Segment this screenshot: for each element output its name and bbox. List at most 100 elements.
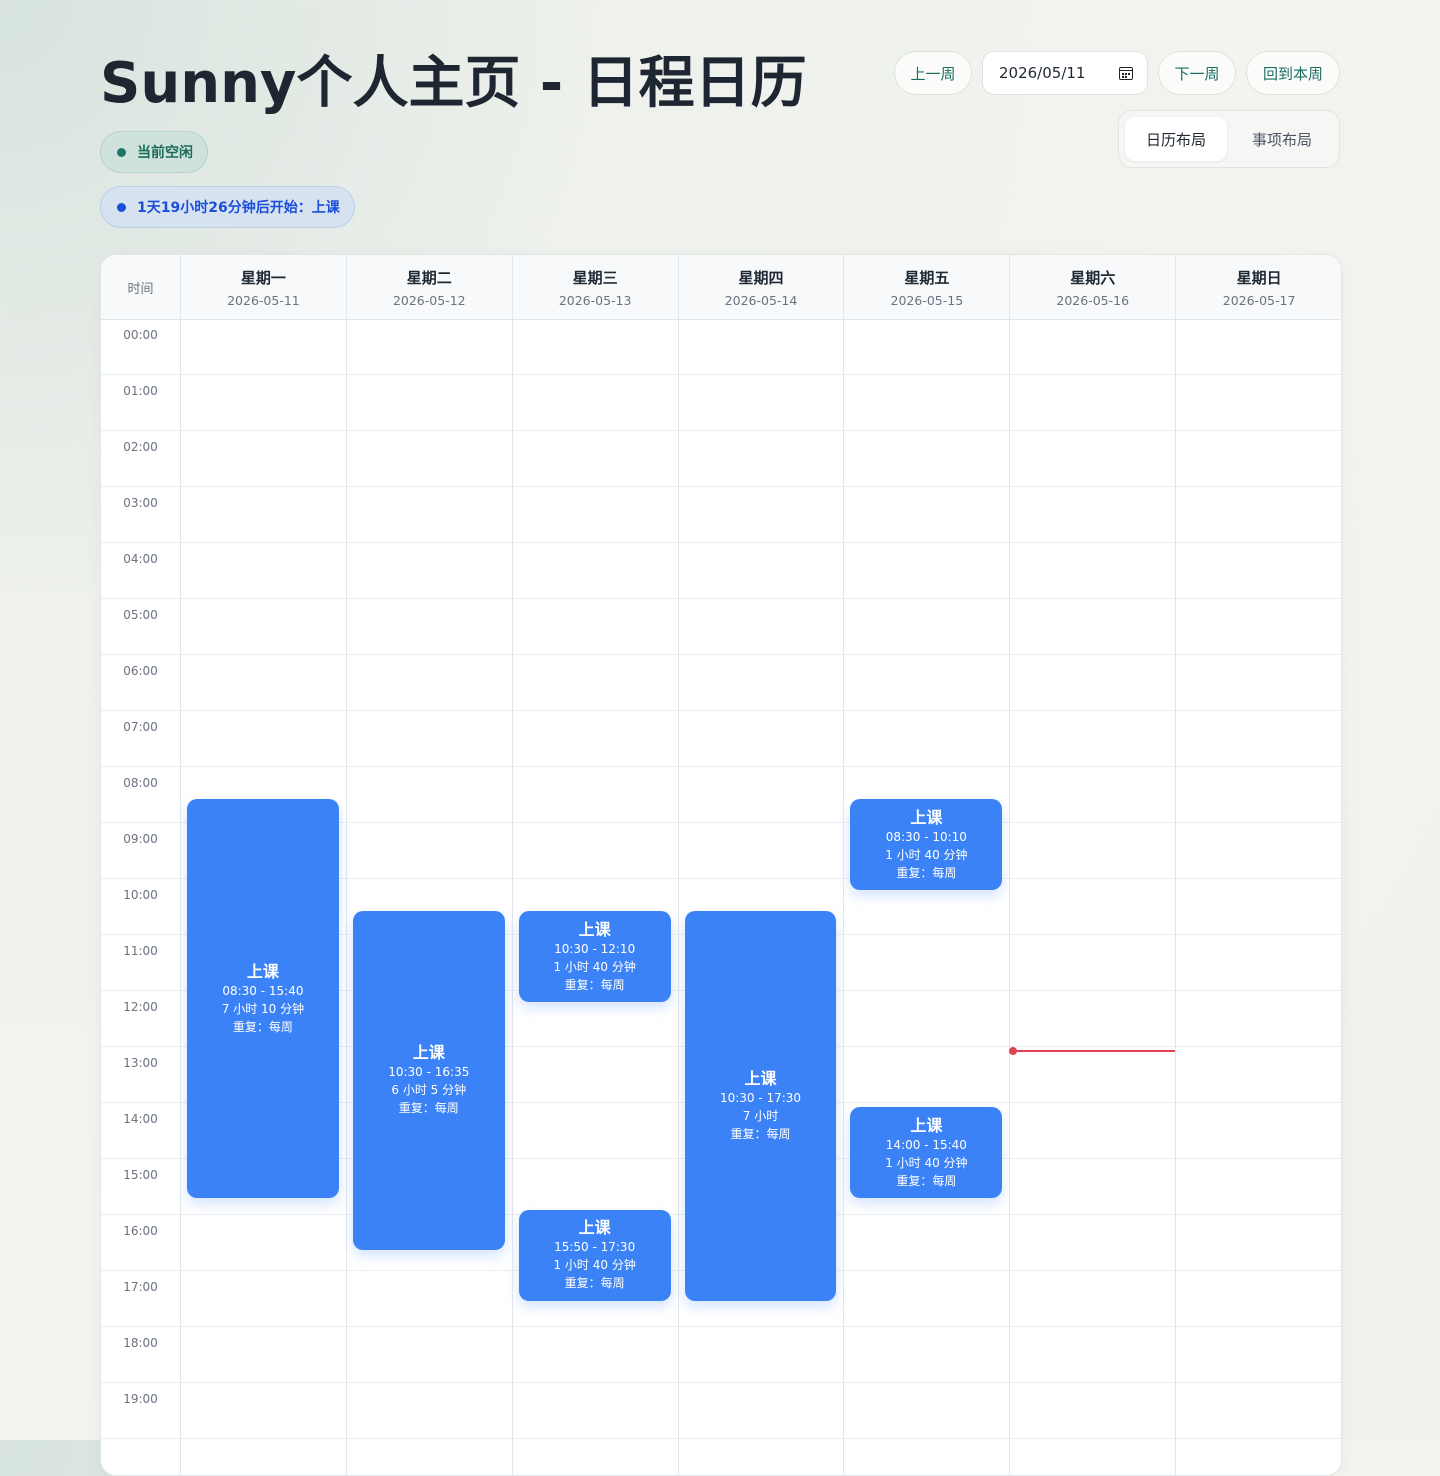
column-divider bbox=[180, 319, 181, 1475]
event-repeat: 重复：每周 bbox=[730, 1127, 791, 1141]
event-title: 上课 bbox=[910, 1115, 943, 1135]
event-repeat: 重复：每周 bbox=[564, 977, 625, 992]
event-duration: 1 小时 40 分钟 bbox=[553, 959, 636, 974]
event-title: 上课 bbox=[578, 1218, 611, 1238]
event-card[interactable]: 上课 10:30 - 12:10 1 小时 40 分钟 重复：每周 bbox=[518, 911, 671, 1003]
hour-row[interactable]: 19:00 bbox=[101, 1383, 1341, 1439]
next-event-dot-icon bbox=[117, 202, 126, 212]
day-header: 星期二 2026-05-12 bbox=[347, 255, 513, 319]
column-divider bbox=[511, 319, 513, 1475]
hour-label: 14:00 bbox=[123, 1112, 158, 1126]
event-title: 上课 bbox=[412, 1043, 445, 1063]
day-header: 星期一 2026-05-11 bbox=[181, 255, 347, 319]
event-title: 上课 bbox=[578, 919, 611, 939]
hour-label: 08:00 bbox=[123, 776, 158, 790]
hour-label: 15:00 bbox=[123, 1168, 158, 1182]
event-card[interactable]: 上课 10:30 - 16:35 6 小时 5 分钟 重复：每周 bbox=[352, 911, 505, 1250]
event-repeat: 重复：每周 bbox=[232, 1019, 293, 1034]
hour-row[interactable]: 04:00 bbox=[101, 543, 1341, 599]
date-input[interactable]: 2026/05/11 bbox=[982, 51, 1148, 95]
event-card[interactable]: 上课 15:50 - 17:30 1 小时 40 分钟 重复：每周 bbox=[518, 1209, 671, 1301]
column-divider bbox=[677, 319, 679, 1475]
hour-label: 05:00 bbox=[123, 608, 158, 622]
page-title: Sunny个人主页 - 日程日历 bbox=[100, 51, 807, 116]
this-week-button[interactable]: 回到本周 bbox=[1246, 51, 1340, 95]
day-name: 星期一 bbox=[240, 269, 286, 287]
day-date: 2026-05-17 bbox=[1222, 293, 1296, 308]
calendar-header-row: 时间 星期一 2026-05-11 星期二 2026-05-12 星期三 2026-05-… bbox=[101, 255, 1341, 320]
calendar-grid: 00:00 01:00 02:00 03:00 04:00 05:00 06:00 07:00… bbox=[101, 319, 1341, 1475]
hour-row[interactable]: 03:00 bbox=[101, 487, 1341, 543]
event-time: 08:30 - 15:40 bbox=[222, 983, 304, 998]
event-duration: 1 小时 40 分钟 bbox=[885, 1155, 968, 1170]
week-calendar: 时间 星期一 2026-05-11 星期二 2026-05-12 星期三 2026-05-… bbox=[100, 254, 1342, 1476]
day-name: 星期日 bbox=[1236, 269, 1282, 287]
hour-label: 19:00 bbox=[123, 1392, 158, 1406]
date-input-value: 2026/05/11 bbox=[999, 64, 1086, 82]
status-idle-text: 当前空闲 bbox=[137, 145, 193, 161]
day-name: 星期六 bbox=[1070, 269, 1116, 287]
hour-row[interactable]: 07:00 bbox=[101, 711, 1341, 767]
event-repeat: 重复：每周 bbox=[398, 1101, 459, 1116]
next-event-badge: 1天19小时26分钟后开始：上课 bbox=[100, 186, 355, 228]
day-date: 2026-05-11 bbox=[227, 293, 300, 308]
hour-label: 02:00 bbox=[123, 440, 158, 454]
day-date: 2026-05-13 bbox=[558, 293, 632, 308]
event-card[interactable]: 上课 10:30 - 17:30 7 小时重复：每周 bbox=[684, 911, 837, 1301]
prev-week-button[interactable]: 上一周 bbox=[894, 51, 972, 95]
day-date: 2026-05-12 bbox=[392, 293, 466, 308]
hour-row[interactable]: 01:00 bbox=[101, 375, 1341, 431]
hour-label: 16:00 bbox=[123, 1224, 158, 1238]
day-date: 2026-05-16 bbox=[1056, 293, 1130, 308]
event-duration: 1 小时 40 分钟 bbox=[885, 847, 968, 862]
column-divider bbox=[1009, 319, 1011, 1475]
hour-label: 12:00 bbox=[123, 1000, 158, 1014]
column-divider bbox=[345, 319, 347, 1475]
hour-label: 04:00 bbox=[123, 552, 158, 566]
next-week-button[interactable]: 下一周 bbox=[1158, 51, 1236, 95]
event-time: 10:30 - 17:30 bbox=[719, 1091, 802, 1105]
hour-label: 11:00 bbox=[123, 944, 158, 958]
calendar-layout-tab[interactable]: 日历布局 bbox=[1125, 117, 1227, 161]
day-header: 星期六 2026-05-16 bbox=[1010, 255, 1177, 319]
event-duration: 6 小时 5 分钟 bbox=[391, 1083, 467, 1098]
event-card[interactable]: 上课 08:30 - 15:40 7 小时 10 分钟 重复：每周 bbox=[187, 799, 339, 1199]
day-header: 星期五 2026-05-15 bbox=[844, 255, 1011, 319]
hour-label: 07:00 bbox=[123, 720, 158, 734]
status-badge-idle: 当前空闲 bbox=[100, 131, 208, 173]
day-date: 2026-05-15 bbox=[890, 293, 964, 308]
event-card[interactable]: 上课 14:00 - 15:40 1 小时 40 分钟 重复：每周 bbox=[850, 1107, 1003, 1199]
event-card[interactable]: 上课 08:30 - 10:10 1 小时 40 分钟 重复：每周 bbox=[850, 799, 1003, 891]
day-name: 星期五 bbox=[904, 269, 950, 287]
event-repeat: 重复：每周 bbox=[564, 1276, 625, 1291]
event-repeat: 重复：每周 bbox=[896, 1173, 957, 1188]
status-dot-icon bbox=[117, 147, 126, 157]
hour-label: 09:00 bbox=[123, 832, 158, 846]
column-divider bbox=[1175, 319, 1177, 1475]
event-time: 10:30 - 16:35 bbox=[388, 1065, 470, 1080]
hour-row[interactable]: 06:00 bbox=[101, 655, 1341, 711]
hour-row[interactable]: 00:00 bbox=[101, 319, 1341, 375]
hour-row[interactable]: 18:00 bbox=[101, 1327, 1341, 1383]
event-duration: 7 小时 10 分钟 bbox=[221, 1001, 305, 1016]
day-name: 星期二 bbox=[406, 269, 452, 287]
day-date: 2026-05-14 bbox=[724, 293, 798, 308]
event-repeat: 重复：每周 bbox=[896, 865, 957, 880]
layout-switch: 日历布局 事项布局 bbox=[1118, 110, 1340, 168]
time-column-header: 时间 bbox=[101, 255, 181, 319]
hour-label: 17:00 bbox=[123, 1280, 158, 1294]
next-event-text: 1天19小时26分钟后开始：上课 bbox=[137, 200, 340, 216]
hour-row[interactable]: 05:00 bbox=[101, 599, 1341, 655]
day-name: 星期四 bbox=[738, 269, 784, 287]
current-time-line bbox=[1011, 1049, 1176, 1052]
day-header: 星期日 2026-05-17 bbox=[1176, 255, 1341, 319]
hour-row[interactable]: 02:00 bbox=[101, 431, 1341, 487]
event-title: 上课 bbox=[744, 1069, 777, 1088]
list-layout-tab[interactable]: 事项布局 bbox=[1231, 117, 1333, 161]
hour-label: 13:00 bbox=[123, 1056, 158, 1070]
event-title: 上课 bbox=[910, 807, 943, 827]
event-time: 15:50 - 17:30 bbox=[554, 1240, 636, 1255]
hour-label: 10:00 bbox=[123, 888, 158, 902]
calendar-icon[interactable] bbox=[1119, 66, 1133, 80]
event-duration: 7 小时 bbox=[742, 1109, 779, 1123]
